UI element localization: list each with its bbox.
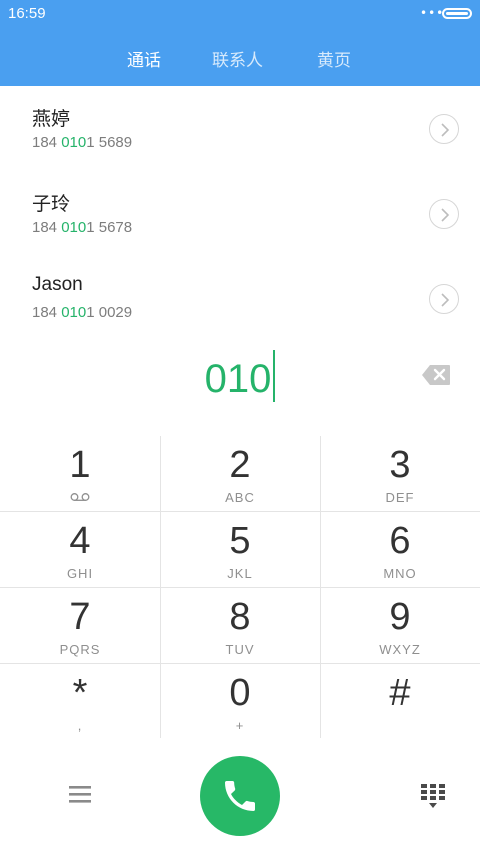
key-5[interactable]: 5 JKL xyxy=(160,512,320,587)
contact-number: 184 0101 5678 xyxy=(32,219,133,236)
key-0[interactable]: 0 + xyxy=(160,664,320,739)
phone-icon xyxy=(225,781,255,811)
contact-name: 燕婷 xyxy=(32,109,71,130)
status-bar: 16:59 ••• xyxy=(0,0,480,28)
voicemail-icon xyxy=(70,493,90,501)
contact-results: 燕婷 184 0101 5689 子玲 184 0101 5678 Jason … xyxy=(0,86,480,341)
key-4[interactable]: 4 GHI xyxy=(0,512,160,587)
key-star[interactable]: * , xyxy=(0,664,160,739)
tab-calls[interactable]: 通话 xyxy=(127,46,161,71)
contact-number: 184 0101 5689 xyxy=(32,134,133,151)
contact-name: 子玲 xyxy=(32,194,71,215)
status-time: 16:59 xyxy=(8,5,46,22)
contact-name: Jason xyxy=(32,274,83,295)
key-9[interactable]: 9 WXYZ xyxy=(320,588,480,663)
keypad: 1 2 ABC 3 DEF 4 GHI 5 JKL 6 MNO 7 PQRS 8… xyxy=(0,436,480,738)
bottom-bar xyxy=(0,740,480,853)
number-match: 010 xyxy=(61,134,87,151)
contact-row[interactable]: Jason 184 0101 0029 xyxy=(0,256,480,341)
call-button[interactable] xyxy=(200,756,280,836)
contact-detail-button[interactable] xyxy=(429,284,459,314)
battery-icon xyxy=(442,8,472,19)
dialed-number-row: 010 xyxy=(0,340,480,410)
dialpad-icon[interactable] xyxy=(420,782,446,810)
header: 16:59 ••• 通话 联系人 黄页 xyxy=(0,0,480,86)
key-3[interactable]: 3 DEF xyxy=(320,436,480,511)
contact-detail-button[interactable] xyxy=(429,199,459,229)
chevron-right-icon xyxy=(441,123,450,137)
key-2[interactable]: 2 ABC xyxy=(160,436,320,511)
key-8[interactable]: 8 TUV xyxy=(160,588,320,663)
number-match: 010 xyxy=(61,219,87,236)
status-dots: ••• xyxy=(420,6,445,20)
number-match: 010 xyxy=(61,304,87,321)
key-6[interactable]: 6 MNO xyxy=(320,512,480,587)
tab-bar: 通话 联系人 黄页 xyxy=(0,40,480,74)
key-7[interactable]: 7 PQRS xyxy=(0,588,160,663)
key-hash[interactable]: # xyxy=(320,664,480,739)
contact-number: 184 0101 0029 xyxy=(32,304,133,321)
backspace-icon[interactable] xyxy=(421,364,451,386)
tab-contacts[interactable]: 联系人 xyxy=(212,46,263,71)
contact-detail-button[interactable] xyxy=(429,114,459,144)
contact-row[interactable]: 燕婷 184 0101 5689 xyxy=(0,86,480,171)
dialed-number-input[interactable]: 010 xyxy=(0,350,480,402)
text-cursor xyxy=(273,350,276,402)
chevron-right-icon xyxy=(441,208,450,222)
menu-icon[interactable] xyxy=(66,782,94,806)
key-1[interactable]: 1 xyxy=(0,436,160,511)
tab-yellow-pages[interactable]: 黄页 xyxy=(317,46,351,71)
contact-row[interactable]: 子玲 184 0101 5678 xyxy=(0,171,480,256)
chevron-right-icon xyxy=(441,293,450,307)
